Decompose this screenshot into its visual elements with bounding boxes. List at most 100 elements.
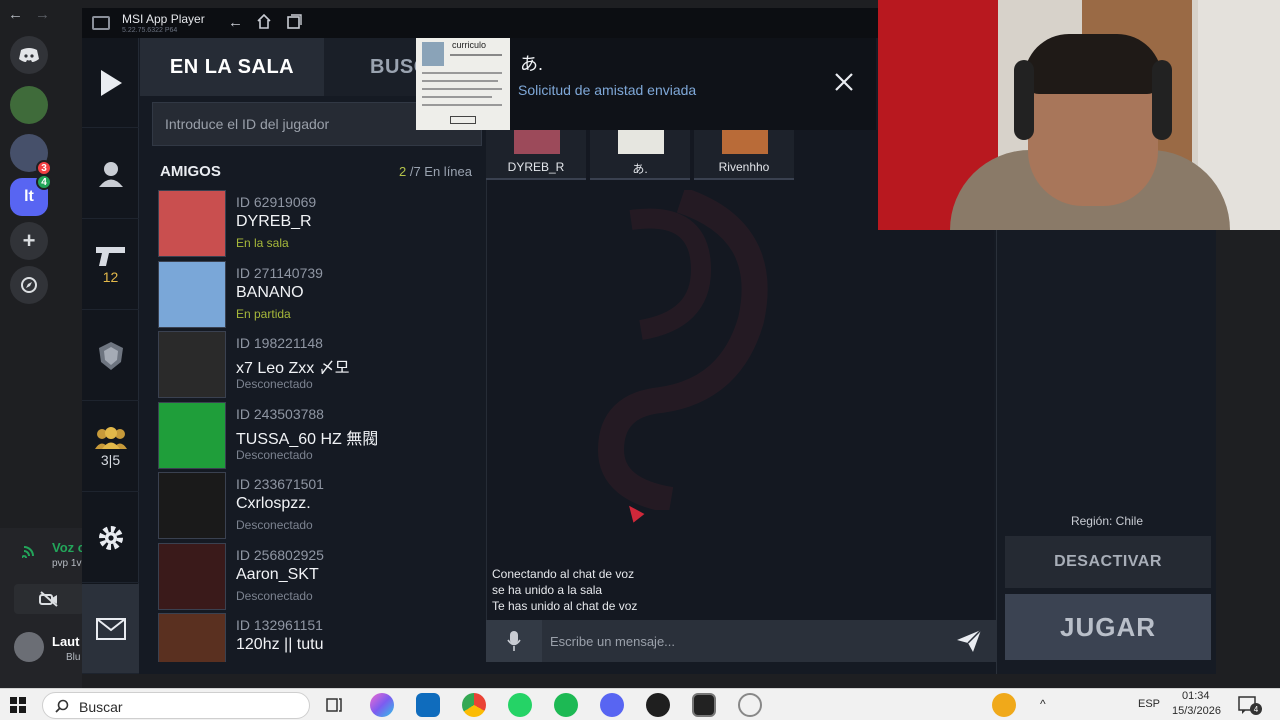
system-message: Te has unido al chat de voz — [492, 599, 638, 613]
friend-row[interactable]: ID 233671501 Cxrlospzz. Desconectado — [156, 470, 482, 540]
clock-time[interactable]: 01:34 — [1182, 690, 1210, 702]
right-panel: Región: Chile DESACTIVAR JUGAR — [996, 228, 1216, 674]
windows-taskbar: Buscar ^ ESP 01:34 15/3/2026 4 — [0, 688, 1280, 720]
room-slot[interactable]: あ. — [590, 128, 690, 180]
friend-avatar[interactable] — [158, 542, 226, 610]
weather-icon[interactable] — [992, 693, 1016, 717]
outlook-icon[interactable] — [416, 693, 440, 717]
discord-taskbar-icon[interactable] — [600, 693, 624, 717]
friend-request-notification: curriculo あ. Solicitud de amistad enviad… — [416, 38, 876, 130]
app-title: MSI App Player — [122, 12, 205, 26]
user-name: Laut — [52, 634, 80, 649]
friend-status: Desconectado — [236, 518, 313, 532]
rank-icon[interactable] — [82, 311, 139, 401]
windows-start-icon[interactable] — [10, 697, 26, 713]
whatsapp-icon[interactable] — [508, 693, 532, 717]
friend-avatar[interactable] — [158, 401, 226, 469]
recent-apps-icon[interactable] — [286, 14, 302, 33]
send-icon[interactable] — [956, 629, 982, 658]
friend-status: En partida — [236, 306, 291, 321]
friend-row[interactable]: ID 62919069 DYREB_R En la sala — [156, 188, 482, 258]
taskbar-search[interactable]: Buscar — [42, 692, 310, 719]
friend-id: ID 243503788 — [236, 405, 324, 422]
explore-icon[interactable] — [10, 266, 48, 304]
friend-status: Desconectado — [236, 377, 313, 391]
friend-id: ID 271140739 — [236, 264, 323, 281]
messages-icon[interactable] — [82, 584, 139, 674]
task-view-icon[interactable] — [322, 693, 346, 717]
server-icon[interactable] — [10, 86, 48, 124]
forward-arrow-icon[interactable]: → — [35, 6, 50, 23]
friend-avatar[interactable] — [158, 190, 226, 257]
tray-chevron-icon[interactable]: ^ — [1040, 697, 1046, 711]
room-slot[interactable]: DYREB_R — [486, 128, 586, 180]
back-arrow-icon[interactable]: ← — [8, 6, 23, 23]
friend-avatar[interactable] — [158, 331, 226, 398]
discord-home-icon[interactable] — [10, 36, 48, 74]
add-server-icon[interactable]: + — [10, 222, 48, 260]
friend-row[interactable]: ID 256802925 Aaron_SKT Desconectado — [156, 541, 482, 611]
microphone-button[interactable] — [486, 620, 542, 662]
spotify-icon[interactable] — [554, 693, 578, 717]
friend-avatar[interactable] — [158, 613, 226, 662]
friend-row[interactable]: ID 271140739 BANANO En partida — [156, 259, 482, 329]
friend-row[interactable]: ID 132961151 120hz || tutu — [156, 611, 482, 662]
voice-panel: Voz c pvp 1v Laut Blu — [0, 528, 85, 688]
notification-thumb-caption: curriculo — [452, 40, 487, 50]
input-language[interactable]: ESP — [1138, 698, 1160, 710]
signal-icon — [21, 544, 38, 563]
friend-list: ID 62919069 DYREB_R En la sala ID 271140739… — [156, 188, 482, 662]
screen: ← → 3 lt 4 + Voz c pvp 1v Laut Blu MSI A… — [0, 0, 1280, 720]
server-icon[interactable]: 3 — [10, 134, 52, 176]
message-input[interactable] — [546, 620, 946, 662]
video-off-button[interactable] — [14, 584, 84, 614]
app-taskbar-icon[interactable] — [646, 693, 670, 717]
system-message: se ha unido a la sala — [492, 583, 603, 597]
room-slot[interactable]: Rivenhho — [694, 128, 794, 180]
camera-off-icon — [39, 591, 58, 607]
friend-name: DYREB_R — [236, 213, 312, 230]
party-button[interactable]: 3|5 — [82, 402, 139, 492]
friend-name: Cxrlospzz. — [236, 495, 311, 512]
friend-row[interactable]: ID 243503788 TUSSA_60 HZ 無閥 Desconectado — [156, 400, 482, 470]
slot-player-name: Rivenhho — [718, 160, 770, 174]
friend-status: Desconectado — [236, 447, 313, 462]
group-icon — [94, 426, 127, 449]
search-label: Buscar — [79, 699, 123, 715]
tab-en-la-sala[interactable]: EN LA SALA — [140, 38, 324, 96]
unread-badge: 4 — [36, 174, 52, 190]
dragon-watermark-icon — [597, 190, 768, 510]
side-rail: 12 3|5 — [82, 38, 139, 674]
friend-row[interactable]: ID 198221148 x7 Leo Zxx 〆모 Desconectado — [156, 329, 482, 399]
close-icon[interactable] — [834, 72, 854, 97]
friend-name: Aaron_SKT — [236, 565, 319, 583]
notifications-icon[interactable]: 4 — [1236, 693, 1262, 717]
home-icon[interactable] — [256, 13, 272, 33]
weapons-button[interactable]: 12 — [82, 220, 139, 310]
notification-message: Solicitud de amistad enviada — [518, 82, 697, 98]
room-slots: DYREB_R あ. Rivenhho — [486, 128, 876, 180]
clock-date[interactable]: 15/3/2026 — [1172, 705, 1221, 717]
deactivate-button[interactable]: DESACTIVAR — [1005, 536, 1211, 588]
user-status: Blu — [66, 652, 81, 663]
back-icon[interactable]: ← — [228, 14, 243, 31]
app-version: 5.22.75.6322 P64 — [122, 27, 178, 34]
chrome-icon[interactable] — [462, 693, 486, 717]
search-icon — [55, 699, 69, 713]
friend-avatar[interactable] — [158, 472, 226, 539]
profile-icon[interactable] — [82, 129, 139, 219]
friend-avatar[interactable] — [158, 260, 226, 328]
settings-icon[interactable] — [82, 493, 139, 583]
avatar[interactable] — [14, 632, 44, 662]
play-button[interactable]: JUGAR — [1005, 594, 1211, 660]
system-message: Conectando al chat de voz — [492, 567, 635, 581]
server-icon[interactable]: lt 4 — [10, 174, 52, 216]
discord-nav: ← → — [8, 6, 62, 23]
copilot-icon[interactable] — [370, 693, 394, 717]
webcam-overlay — [878, 0, 1280, 230]
msi-taskbar-icon[interactable] — [692, 693, 716, 717]
friend-status: Desconectado — [236, 588, 313, 603]
play-icon[interactable] — [82, 38, 139, 128]
online-count: 2 /7 En línea — [398, 164, 472, 179]
obs-taskbar-icon[interactable] — [738, 693, 762, 717]
